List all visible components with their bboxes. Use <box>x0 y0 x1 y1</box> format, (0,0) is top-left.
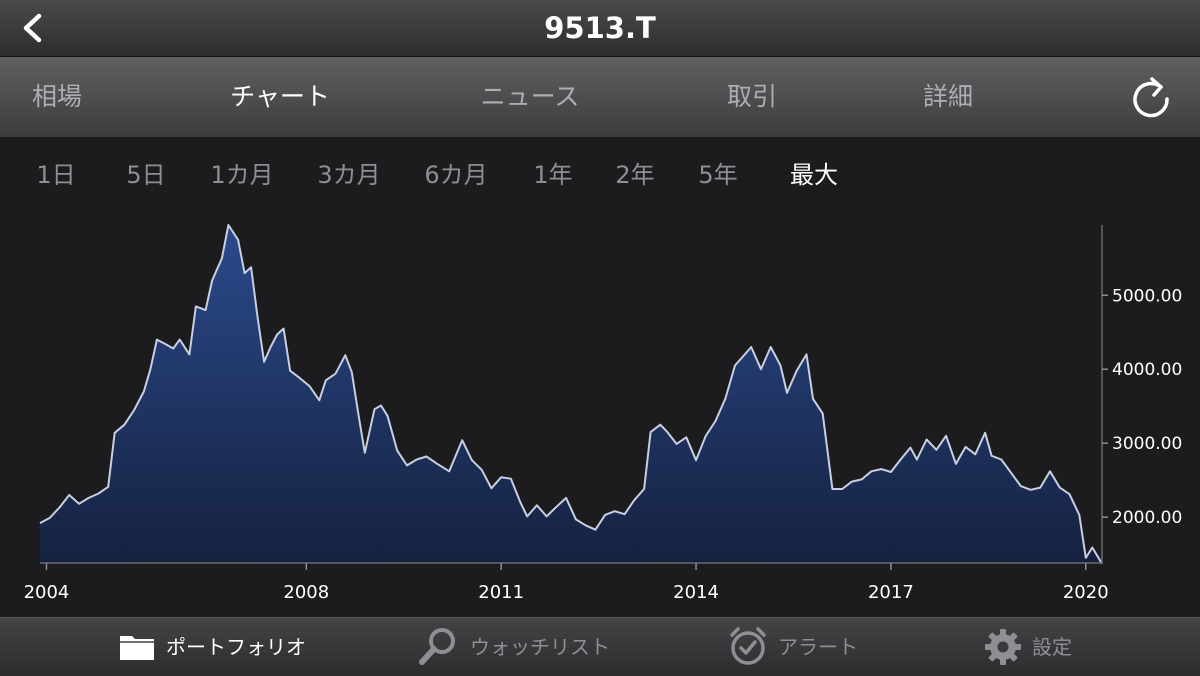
range-5y[interactable]: 5年 <box>698 137 737 213</box>
x-tick-label: 2020 <box>1063 582 1109 603</box>
title-bar: 9513.T <box>0 0 1200 57</box>
tab-news[interactable]: ニュース <box>481 57 580 137</box>
magnifier-icon <box>419 628 455 665</box>
x-tick-label: 2004 <box>24 582 70 603</box>
page-title: 9513.T <box>544 11 656 45</box>
x-tick-label: 2014 <box>673 582 719 603</box>
nav-alerts-label: アラート <box>778 635 858 659</box>
range-1m[interactable]: 1カ月 <box>210 137 273 213</box>
nav-alerts[interactable]: アラート <box>728 618 878 676</box>
alarm-clock-icon <box>730 627 766 665</box>
tab-quote[interactable]: 相場 <box>32 57 82 137</box>
tab-chart[interactable]: チャート <box>230 57 330 137</box>
x-tick-label: 2017 <box>868 582 914 603</box>
bottom-nav: ポートフォリオ ウォッチリスト アラート 設定 <box>0 617 1200 676</box>
gear-icon <box>985 629 1021 665</box>
range-1d[interactable]: 1日 <box>36 137 75 213</box>
nav-watchlist[interactable]: ウォッチリスト <box>418 618 618 676</box>
price-area-fill <box>40 225 1102 564</box>
range-selector: 1日 5日 1カ月 3カ月 6カ月 1年 2年 5年 最大 <box>0 137 1200 213</box>
range-max[interactable]: 最大 <box>790 137 838 213</box>
range-3m[interactable]: 3カ月 <box>317 137 380 213</box>
tab-details[interactable]: 詳細 <box>923 57 973 137</box>
tab-trade[interactable]: 取引 <box>727 57 777 137</box>
refresh-icon[interactable] <box>1128 74 1174 120</box>
nav-settings-label: 設定 <box>1032 635 1072 659</box>
folder-icon <box>120 636 154 660</box>
x-tick-label: 2011 <box>478 582 524 603</box>
range-1y[interactable]: 1年 <box>533 137 572 213</box>
x-tick-label: 2008 <box>283 582 329 603</box>
range-5d[interactable]: 5日 <box>126 137 165 213</box>
y-tick-label: 3000.00 <box>1112 434 1182 454</box>
tab-bar: 相場 チャート ニュース 取引 詳細 <box>0 57 1200 137</box>
nav-settings[interactable]: 設定 <box>984 618 1094 676</box>
y-tick-label: 4000.00 <box>1112 360 1182 380</box>
y-tick-label: 2000.00 <box>1112 508 1182 528</box>
nav-watchlist-label: ウォッチリスト <box>470 635 610 659</box>
range-2y[interactable]: 2年 <box>615 137 654 213</box>
price-chart: 2000.00 3000.00 4000.00 5000.00 2004 2008 2011… <box>24 224 1182 603</box>
y-tick-label: 5000.00 <box>1112 286 1182 306</box>
nav-portfolio[interactable]: ポートフォリオ <box>118 618 318 676</box>
nav-portfolio-label: ポートフォリオ <box>166 635 306 659</box>
range-6m[interactable]: 6カ月 <box>424 137 487 213</box>
